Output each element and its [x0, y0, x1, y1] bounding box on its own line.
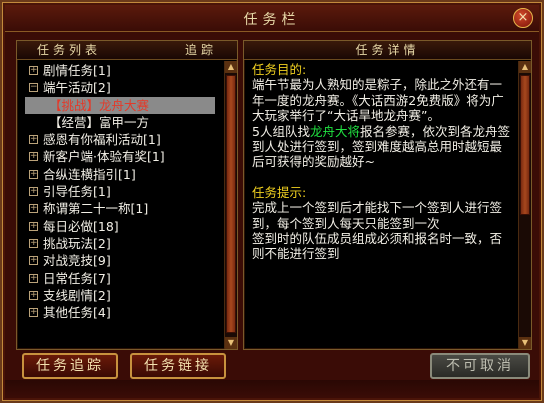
bottom-frame — [5, 380, 539, 398]
goal-text: 端午节最为人熟知的是粽子，除此之外还有一年一度的龙舟赛。《大话西游2免费版》将为… — [252, 77, 504, 124]
hint-heading: 任务提示: — [252, 184, 307, 200]
expand-icon[interactable]: + — [29, 169, 38, 179]
task-list-group[interactable]: + 新客户端·体验有奖[1] — [25, 148, 215, 165]
task-list-label: 挑战玩法[2] — [43, 235, 111, 251]
task-list-scrollbar[interactable]: ▲ ▼ — [224, 61, 237, 349]
task-list-label: 对战竞技[9] — [43, 253, 111, 269]
scroll-down-arrow-icon[interactable]: ▼ — [225, 337, 237, 349]
collapse-icon[interactable]: − — [29, 83, 38, 93]
task-list-group[interactable]: + 日常任务[7] — [25, 270, 215, 287]
task-list-subitem[interactable]: 【挑战】龙舟大赛 — [25, 96, 215, 114]
task-detail-text: 任务目的: 端午节最为人熟知的是粽子，除此之外还有一年一度的龙舟赛。《大话西游2… — [252, 62, 514, 348]
task-list-group[interactable]: + 合纵连横指引[1] — [25, 166, 215, 183]
task-window: 任务栏 × 任务列表 追踪 + 剧情任务[1] − 端午活动[2] 【挑战】龙舟大赛 【经… — [0, 0, 544, 403]
goal-text-2-pre: 5人组队找 — [252, 123, 310, 139]
expand-icon[interactable]: + — [29, 152, 38, 162]
task-list-label: 新客户端·体验有奖[1] — [43, 149, 165, 165]
expand-icon[interactable]: + — [29, 256, 38, 266]
title-bar[interactable]: 任务栏 × — [5, 5, 539, 32]
task-list-label: 每日必做[18] — [43, 218, 119, 234]
npc-link[interactable]: 龙舟大将 — [310, 124, 360, 139]
task-list-label: 称谓第二十一称[1] — [43, 201, 149, 217]
expand-icon[interactable]: + — [29, 273, 38, 283]
task-list-group[interactable]: + 支线剧情[2] — [25, 287, 215, 304]
task-list-panel: 任务列表 追踪 + 剧情任务[1] − 端午活动[2] 【挑战】龙舟大赛 【经营】富甲一方… — [16, 40, 238, 350]
detail-scroll-up-arrow-icon[interactable]: ▲ — [519, 61, 531, 73]
task-list-group[interactable]: + 称谓第二十一称[1] — [25, 200, 215, 217]
goal-heading: 任务目的: — [252, 62, 307, 77]
task-detail-panel: 任务详情 任务目的: 端午节最为人熟知的是粽子，除此之外还有一年一度的龙舟赛。《… — [243, 40, 532, 350]
task-list-title: 任务列表 — [37, 43, 102, 57]
scroll-up-arrow-icon[interactable]: ▲ — [225, 61, 237, 73]
task-detail-scrollbar[interactable]: ▲ ▼ — [518, 61, 531, 349]
task-list-group[interactable]: + 引导任务[1] — [25, 183, 215, 200]
expand-icon[interactable]: + — [29, 135, 38, 145]
hint-text-2: 签到时的队伍成员组成必须和报名时一致，否则不能进行签到 — [252, 231, 503, 262]
task-list: + 剧情任务[1] − 端午活动[2] 【挑战】龙舟大赛 【经营】富甲一方 + 感恩有你福利活… — [25, 62, 215, 348]
cancel-task-button[interactable]: 不可取消 — [430, 353, 530, 379]
track-task-button[interactable]: 任务追踪 — [22, 353, 118, 379]
task-list-group[interactable]: + 对战竞技[9] — [25, 252, 215, 269]
track-column-title: 追踪 — [184, 43, 217, 57]
task-list-group[interactable]: − 端午活动[2] — [25, 79, 215, 96]
task-detail-header: 任务详情 — [244, 41, 531, 60]
expand-icon[interactable]: + — [29, 238, 38, 248]
task-list-label: 剧情任务[1] — [43, 63, 111, 78]
expand-icon[interactable]: + — [29, 66, 38, 75]
task-list-label: 日常任务[7] — [43, 270, 111, 286]
task-list-label: 【挑战】龙舟大赛 — [49, 97, 150, 113]
task-list-label: 支线剧情[2] — [43, 287, 111, 303]
task-list-label: 端午活动[2] — [43, 80, 111, 96]
task-detail-title: 任务详情 — [355, 43, 420, 57]
task-list-label: 其他任务[4] — [43, 305, 111, 321]
expand-icon[interactable]: + — [29, 290, 38, 300]
task-list-label: 【经营】富甲一方 — [49, 114, 150, 130]
detail-scroll-down-arrow-icon[interactable]: ▼ — [519, 337, 531, 349]
task-list-label: 合纵连横指引[1] — [43, 166, 136, 182]
task-list-group[interactable]: + 剧情任务[1] — [25, 62, 215, 79]
close-button[interactable]: × — [513, 8, 533, 28]
expand-icon[interactable]: + — [29, 204, 38, 214]
expand-icon[interactable]: + — [29, 187, 38, 197]
expand-icon[interactable]: + — [29, 221, 38, 231]
window-title: 任务栏 — [243, 12, 301, 28]
expand-icon[interactable]: + — [29, 308, 38, 318]
hint-text: 完成上一个签到后才能找下一个签到人进行签到，每个签到人每天只能签到一次 — [252, 200, 503, 231]
task-list-group[interactable]: + 感恩有你福利活动[1] — [25, 131, 215, 148]
task-list-group[interactable]: + 挑战玩法[2] — [25, 235, 215, 252]
task-list-label: 引导任务[1] — [43, 184, 111, 200]
task-list-group[interactable]: + 每日必做[18] — [25, 218, 215, 235]
detail-scroll-thumb[interactable] — [520, 75, 530, 215]
task-list-header: 任务列表 追踪 — [17, 41, 237, 60]
task-list-subitem[interactable]: 【经营】富甲一方 — [25, 114, 215, 131]
task-list-group[interactable]: + 其他任务[4] — [25, 304, 215, 321]
task-list-label: 感恩有你福利活动[1] — [43, 132, 161, 148]
scroll-thumb[interactable] — [226, 75, 236, 333]
goal-text-2: 5人组队找龙舟大将报名参赛，依次到各龙舟签到人处进行签到，签到难度越高总用时越短… — [252, 124, 514, 170]
task-link-button[interactable]: 任务链接 — [130, 353, 226, 379]
